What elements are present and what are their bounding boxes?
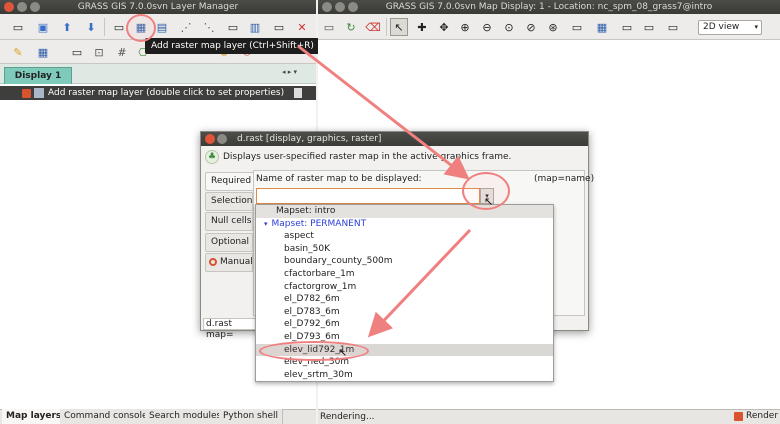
annotation-arrows: [297, 44, 472, 338]
arrow-to-dropdown: [297, 44, 470, 180]
arrow-to-item: [367, 228, 472, 338]
